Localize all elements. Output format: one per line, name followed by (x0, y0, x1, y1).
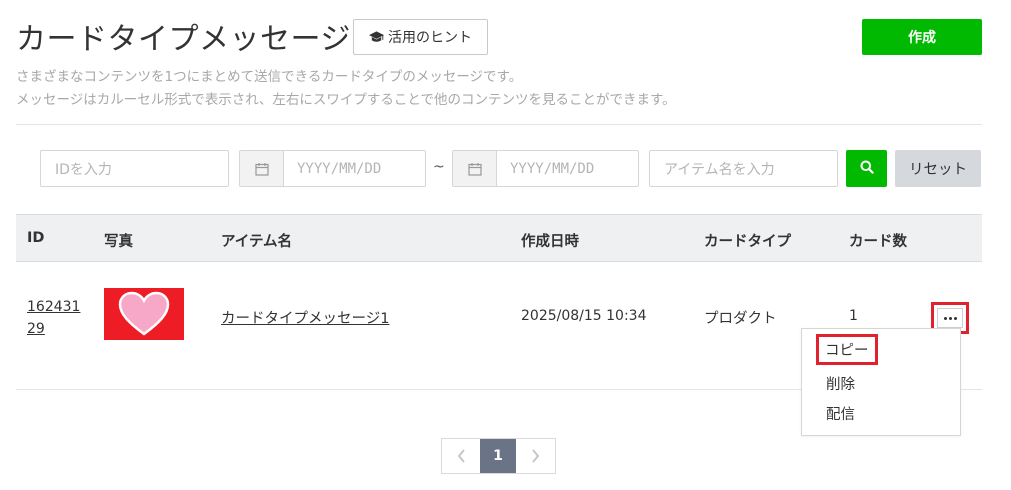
date-from-input[interactable]: YYYY/MM/DD (284, 151, 381, 186)
search-icon (860, 159, 874, 178)
description-line-2: メッセージはカルーセル形式で表示され、左右にスワイプすることで他のコンテンツを見… (16, 92, 676, 108)
chevron-right-icon (532, 449, 540, 463)
usage-hint-button[interactable]: 活用のヒント (353, 19, 488, 55)
menu-item-deliver[interactable]: 配信 (826, 403, 855, 424)
date-from-field[interactable]: YYYY/MM/DD (239, 150, 426, 187)
id-input[interactable]: IDを入力 (40, 150, 229, 187)
row-action-menu: コピー 削除 配信 (801, 328, 961, 436)
usage-hint-label: 活用のヒント (388, 30, 472, 46)
row-thumbnail (104, 288, 184, 340)
column-header-card-type: カードタイプ (704, 234, 791, 250)
row-card-type: プロダクト (704, 311, 777, 327)
row-card-count: 1 (849, 308, 858, 324)
calendar-icon (453, 151, 497, 186)
pagination: 1 (441, 438, 556, 474)
chevron-left-icon (457, 449, 465, 463)
menu-item-copy[interactable]: コピー (816, 334, 878, 365)
page-title: カードタイプメッセージ (16, 22, 351, 57)
calendar-icon (240, 151, 284, 186)
date-to-input[interactable]: YYYY/MM/DD (497, 151, 594, 186)
heart-image (118, 291, 170, 336)
header-divider (16, 124, 982, 125)
reset-button[interactable]: リセット (895, 150, 981, 187)
create-button[interactable]: 作成 (862, 19, 982, 55)
row-id-link[interactable]: 16243129 (27, 296, 83, 340)
table-header: ID 写真 アイテム名 作成日時 カードタイプ カード数 (16, 214, 982, 262)
more-dots-icon (943, 316, 957, 320)
column-header-card-count: カード数 (849, 234, 907, 250)
row-item-name-link[interactable]: カードタイプメッセージ1 (221, 307, 389, 328)
column-header-id: ID (27, 230, 45, 246)
prev-page-button[interactable] (442, 439, 480, 473)
graduation-cap-icon (369, 30, 384, 44)
current-page[interactable]: 1 (480, 439, 516, 473)
description-line-1: さまざまなコンテンツを1つにまとめて送信できるカードタイプのメッセージです。 (16, 69, 523, 85)
date-to-field[interactable]: YYYY/MM/DD (452, 150, 639, 187)
column-header-photo: 写真 (104, 234, 133, 250)
item-name-input[interactable]: アイテム名を入力 (649, 150, 838, 187)
column-header-item-name: アイテム名 (221, 234, 293, 250)
date-range-separator: ~ (433, 159, 445, 175)
row-created-at: 2025/08/15 10:34 (521, 308, 647, 324)
menu-item-delete[interactable]: 削除 (826, 373, 855, 394)
column-header-created-at: 作成日時 (521, 234, 579, 250)
next-page-button[interactable] (516, 439, 555, 473)
search-button[interactable] (846, 150, 887, 187)
